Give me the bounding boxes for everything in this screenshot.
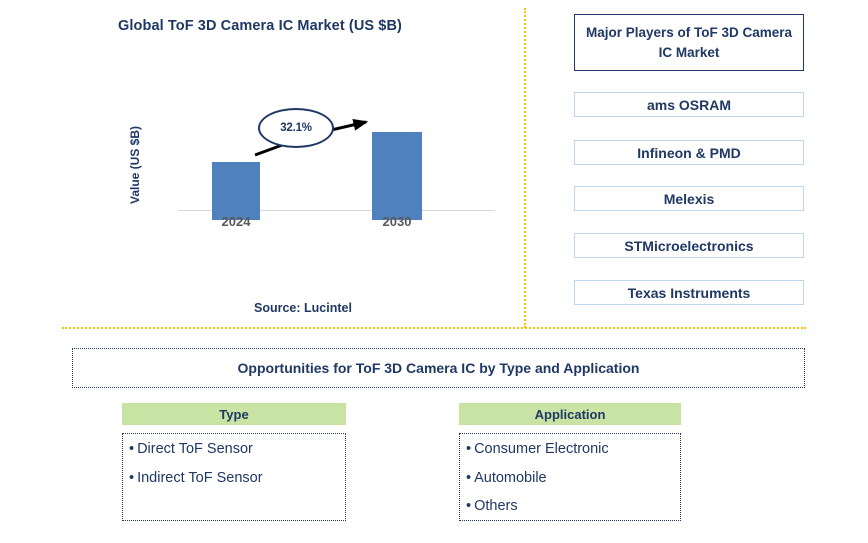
player-item-texas-instruments: Texas Instruments [574,280,804,305]
category-header-label: Application [534,406,606,422]
major-players-header-text: Major Players of ToF 3D Camera IC Market [585,24,793,60]
category-body-application: • Consumer Electronic • Automobile • Others [459,433,681,521]
category-header-label: Type [219,406,249,422]
list-item-label: Indirect ToF Sensor [137,469,263,486]
category-header-application: Application [459,403,681,425]
opportunities-title: Opportunities for ToF 3D Camera IC by Ty… [237,360,640,376]
major-players-header: Major Players of ToF 3D Camera IC Market [574,14,804,71]
player-label: Infineon & PMD [637,144,741,161]
bullet-icon: • [129,441,135,457]
bullet-icon: • [466,441,472,457]
player-item-infineon-pmd: Infineon & PMD [574,140,804,165]
player-item-melexis: Melexis [574,186,804,211]
player-label: ams OSRAM [646,96,732,113]
player-item-ams-osram: ams OSRAM [574,92,804,117]
list-item: • Direct ToF Sensor [129,442,335,457]
horizontal-dotted-divider [62,327,806,329]
market-chart-panel: Global ToF 3D Camera IC Market (US $B) V… [0,0,524,327]
cagr-value: 32.1% [280,122,312,134]
chart-plot-area: Value (US $B) 32.1% 2024 2030 [128,100,495,229]
vertical-dotted-divider [524,8,526,328]
y-axis-title: Value (US $B) [128,125,142,205]
player-label: Texas Instruments [627,284,751,301]
list-item-label: Consumer Electronic [474,441,609,457]
opportunity-column-application: Application • Consumer Electronic • Automo… [459,403,681,521]
bullet-icon: • [466,469,472,486]
player-label: STMicroelectronics [624,237,754,254]
category-header-type: Type [122,403,346,425]
list-item-label: Direct ToF Sensor [137,441,253,457]
bullet-icon: • [466,498,472,514]
infographic-root: Global ToF 3D Camera IC Market (US $B) V… [0,0,868,543]
opportunity-column-type: Type • Direct ToF Sensor • Indirect ToF Se… [122,403,346,521]
list-item: • Others [466,499,670,514]
player-label: Melexis [663,190,715,207]
list-item-label: Others [474,498,518,514]
list-item: • Consumer Electronic [466,442,670,457]
major-players-panel: Major Players of ToF 3D Camera IC Market… [540,0,868,327]
cagr-callout: 32.1% [258,108,334,148]
list-item: • Automobile [466,469,670,486]
list-item: • Indirect ToF Sensor [129,469,335,486]
category-body-type: • Direct ToF Sensor • Indirect ToF Sensor [122,433,346,521]
list-item-label: Automobile [474,469,547,486]
opportunities-banner: Opportunities for ToF 3D Camera IC by Ty… [72,348,805,388]
source-label: Source: Lucintel [254,301,352,315]
chart-title: Global ToF 3D Camera IC Market (US $B) [118,18,402,34]
bullet-icon: • [129,469,135,486]
player-item-stmicroelectronics: STMicroelectronics [574,233,804,258]
